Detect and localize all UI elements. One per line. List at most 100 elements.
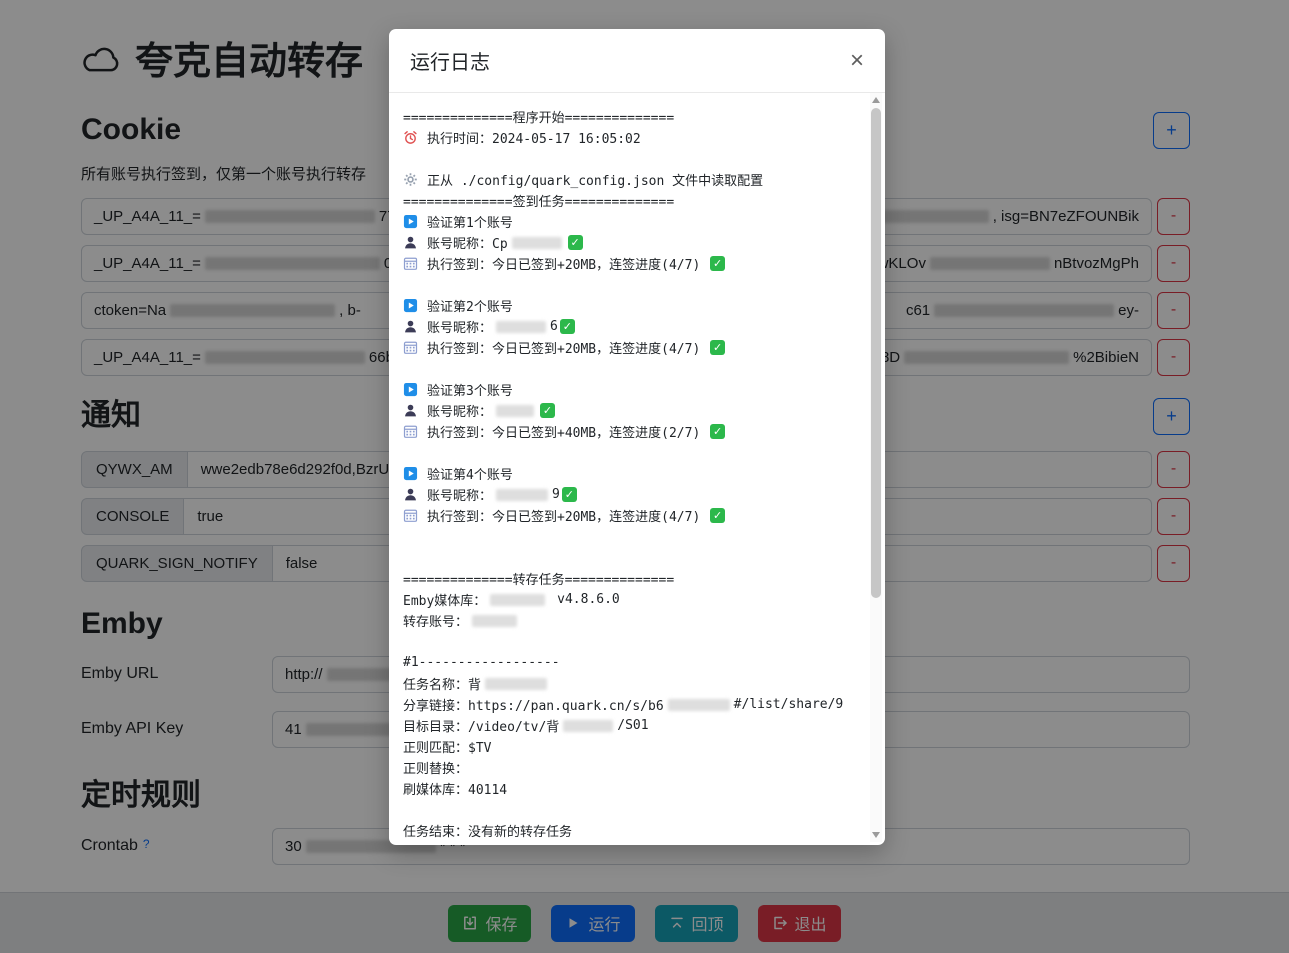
modal-title: 运行日志 [410, 46, 490, 75]
text-fragment: 账号昵称： [427, 317, 492, 336]
redacted-text [472, 615, 517, 627]
alarm-icon [403, 130, 418, 145]
text-fragment: #/list/share/9 [734, 697, 844, 712]
redacted-text [512, 237, 562, 249]
text-fragment: v4.8.6.0 [549, 592, 619, 607]
check-icon: ✓ [710, 340, 725, 355]
text-fragment: 任务名称：背 [403, 674, 481, 693]
play-icon [403, 382, 418, 397]
log-line: 刷媒体库：40114 [403, 778, 851, 799]
text-fragment: 执行签到：今日已签到+20MB，连签进度(4/7) [427, 254, 708, 273]
log-line: 正则替换： [403, 757, 851, 778]
calendar-icon [403, 424, 418, 439]
log-line: 转存账号： [403, 610, 851, 631]
log-line [403, 274, 851, 295]
text-fragment: 账号昵称： [427, 485, 492, 504]
run-log-modal: 运行日志 × ==============程序开始============== 执… [389, 29, 885, 845]
log-line: ==============程序开始============== [403, 106, 851, 127]
scrollbar-up-arrow[interactable] [872, 97, 880, 103]
text-fragment: 刷媒体库：40114 [403, 779, 507, 798]
log-line: ==============转存任务============== [403, 568, 851, 589]
log-line: 任务名称：背 [403, 673, 851, 694]
text-fragment: 正则替换： [403, 758, 468, 777]
log-line: ==============签到任务============== [403, 190, 851, 211]
text-fragment: 正则匹配：$TV [403, 737, 491, 756]
log-line [403, 148, 851, 169]
close-icon[interactable]: × [850, 49, 864, 73]
log-line [403, 526, 851, 547]
text-fragment: 任务结束：没有新的转存任务 [403, 821, 572, 840]
check-icon: ✓ [540, 403, 555, 418]
text-fragment: 执行签到：今日已签到+20MB，连签进度(4/7) [427, 338, 708, 357]
play-icon [403, 466, 418, 481]
log-line: 执行签到：今日已签到+20MB，连签进度(4/7) ✓ [403, 337, 851, 358]
calendar-icon [403, 340, 418, 355]
log-line [403, 799, 851, 820]
log-line: 执行签到：今日已签到+20MB，连签进度(4/7) ✓ [403, 253, 851, 274]
text-fragment: 分享链接：https://pan.quark.cn/s/b6 [403, 695, 664, 714]
log-scrollbar[interactable] [870, 93, 882, 842]
log-line: 正则匹配：$TV [403, 736, 851, 757]
log-line: 目标目录：/video/tv/背/S01 [403, 715, 851, 736]
log-line: 正从 ./config/quark_config.json 文件中读取配置 [403, 169, 851, 190]
log-line: 执行签到：今日已签到+40MB，连签进度(2/7) ✓ [403, 421, 851, 442]
text-fragment: 9 [552, 487, 560, 502]
text-fragment: ==============签到任务============== [403, 191, 674, 210]
text-fragment: #1------------------ [403, 655, 560, 670]
log-line: Emby媒体库： v4.8.6.0 [403, 589, 851, 610]
text-fragment: 目标目录：/video/tv/背 [403, 716, 559, 735]
gear-icon [403, 172, 418, 187]
check-icon: ✓ [710, 256, 725, 271]
log-line [403, 631, 851, 652]
text-fragment: 执行签到：今日已签到+20MB，连签进度(4/7) [427, 506, 708, 525]
play-icon [403, 298, 418, 313]
text-fragment: 执行时间：2024-05-17 16:05:02 [427, 128, 641, 147]
text-fragment: ==============程序开始============== [403, 107, 674, 126]
text-fragment: 执行签到：今日已签到+40MB，连签进度(2/7) [427, 422, 708, 441]
calendar-icon [403, 508, 418, 523]
text-fragment: 验证第4个账号 [427, 464, 513, 483]
redacted-text [490, 594, 545, 606]
log-line: 验证第4个账号 [403, 463, 851, 484]
log-line: 验证第3个账号 [403, 379, 851, 400]
modal-header: 运行日志 × [389, 29, 885, 93]
scrollbar-down-arrow[interactable] [872, 832, 880, 838]
user-icon [403, 403, 418, 418]
text-fragment: Emby媒体库： [403, 590, 486, 609]
log-line: 账号昵称：✓ [403, 400, 851, 421]
user-icon [403, 487, 418, 502]
text-fragment: ==============转存任务============== [403, 569, 674, 588]
log-line: 分享链接：https://pan.quark.cn/s/b6 #/list/sha… [403, 694, 851, 715]
calendar-icon [403, 256, 418, 271]
redacted-text [668, 699, 730, 711]
log-line: 账号昵称：Cp ✓ [403, 232, 851, 253]
user-icon [403, 319, 418, 334]
log-line: 账号昵称： 6✓ [403, 316, 851, 337]
log-line: 验证第2个账号 [403, 295, 851, 316]
redacted-text [563, 720, 613, 732]
log-line: 执行签到：今日已签到+20MB，连签进度(4/7) ✓ [403, 505, 851, 526]
user-icon [403, 235, 418, 250]
log-body: ==============程序开始============== 执行时间：202… [389, 93, 885, 845]
redacted-text [496, 321, 546, 333]
text-fragment: /S01 [617, 718, 648, 733]
log-line [403, 442, 851, 463]
text-fragment: 验证第3个账号 [427, 380, 513, 399]
text-fragment: 验证第1个账号 [427, 212, 513, 231]
redacted-text [496, 489, 548, 501]
check-icon: ✓ [710, 508, 725, 523]
text-fragment: 转存账号： [403, 611, 468, 630]
log-line: #1------------------ [403, 652, 851, 673]
log-line: 任务结束：没有新的转存任务 [403, 820, 851, 841]
scrollbar-thumb[interactable] [871, 108, 881, 598]
text-fragment: 账号昵称：Cp [427, 233, 508, 252]
check-icon: ✓ [568, 235, 583, 250]
log-line [403, 358, 851, 379]
check-icon: ✓ [562, 487, 577, 502]
text-fragment: 6 [550, 319, 558, 334]
text-fragment: 验证第2个账号 [427, 296, 513, 315]
redacted-text [485, 678, 547, 690]
check-icon: ✓ [560, 319, 575, 334]
log-line: 验证第1个账号 [403, 211, 851, 232]
text-fragment: 正从 ./config/quark_config.json 文件中读取配置 [427, 170, 763, 189]
